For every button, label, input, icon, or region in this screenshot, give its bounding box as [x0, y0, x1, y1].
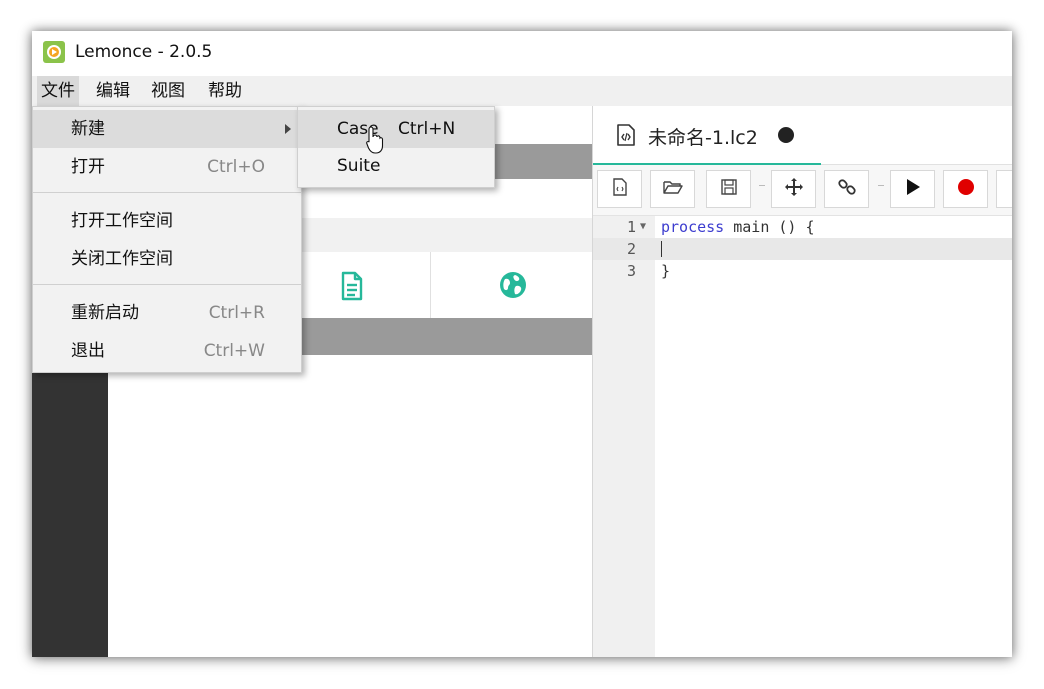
code-text: } — [661, 262, 671, 280]
menu-item-label: 重新启动 — [71, 303, 139, 323]
line-number: 2 — [626, 240, 636, 258]
menu-shortcut: Ctrl+N — [398, 119, 456, 139]
submenu-item-suite[interactable]: Suite — [298, 147, 494, 185]
toolbar-separator — [759, 185, 765, 186]
code-line-current[interactable]: 2 — [593, 238, 1012, 260]
menu-item-label: 新建 — [71, 119, 105, 139]
menu-shortcut: Ctrl+W — [203, 341, 265, 361]
menu-shortcut: Ctrl+O — [207, 157, 265, 177]
menu-item-label: 打开工作空间 — [71, 211, 173, 231]
sidebar-icon-divider — [430, 252, 431, 318]
title-bar: Lemonce - 2.0.5 — [32, 31, 1012, 76]
menu-edit[interactable]: 编辑 — [92, 76, 134, 106]
unsaved-indicator-icon[interactable] — [778, 127, 794, 143]
menu-view[interactable]: 视图 — [147, 76, 189, 106]
code-line[interactable]: 1 ▼ process main () { — [593, 216, 1012, 238]
lemonce-app-icon — [43, 41, 65, 63]
menu-separator — [33, 192, 301, 193]
save-button[interactable] — [706, 170, 751, 208]
line-number: 1 — [626, 218, 636, 236]
menu-item-open[interactable]: 打开 Ctrl+O — [33, 148, 301, 186]
record-button[interactable] — [943, 170, 988, 208]
code-rest: main () { — [724, 218, 815, 236]
open-folder-button[interactable] — [650, 170, 695, 208]
save-icon — [720, 178, 738, 200]
globe-icon[interactable] — [498, 270, 528, 304]
code-text: process main () { — [661, 216, 815, 238]
submenu-item-case[interactable]: Case Ctrl+N — [298, 110, 494, 148]
menu-item-open-workspace[interactable]: 打开工作空间 — [33, 202, 301, 240]
new-submenu: Case Ctrl+N Suite — [297, 106, 495, 188]
tab-strip-empty — [821, 106, 1012, 165]
menu-help[interactable]: 帮助 — [204, 76, 246, 106]
code-editor[interactable]: 1 ▼ process main () { 2 3 } — [593, 216, 1012, 657]
editor-toolbar — [593, 165, 1012, 216]
link-button[interactable] — [824, 170, 869, 208]
menu-file[interactable]: 文件 — [37, 76, 79, 106]
move-button[interactable] — [771, 170, 816, 208]
link-icon — [837, 177, 857, 201]
editor-tab-label: 未命名-1.lc2 — [648, 127, 758, 149]
menu-item-label: 关闭工作空间 — [71, 249, 173, 269]
more-toolbar-button[interactable] — [996, 170, 1012, 208]
line-gutter — [593, 216, 655, 657]
code-keyword: process — [661, 218, 725, 236]
code-line[interactable]: 3 } — [593, 260, 1012, 282]
menu-separator — [33, 284, 301, 285]
new-file-button[interactable] — [597, 170, 642, 208]
menu-bar: 文件 编辑 视图 帮助 — [32, 76, 1012, 106]
document-icon[interactable] — [335, 270, 367, 306]
line-number: 3 — [626, 262, 636, 280]
submenu-arrow-icon — [285, 124, 291, 134]
play-button[interactable] — [890, 170, 935, 208]
editor-tab[interactable]: 未命名-1.lc2 — [593, 106, 821, 165]
code-file-icon — [615, 123, 637, 151]
text-cursor — [661, 241, 662, 257]
window-title: Lemonce - 2.0.5 — [75, 42, 213, 62]
toolbar-separator — [878, 185, 884, 186]
file-menu-dropdown: 新建 打开 Ctrl+O 打开工作空间 关闭工作空间 重新启动 Ctrl+R 退… — [32, 106, 302, 373]
open-folder-icon — [662, 179, 683, 199]
mouse-pointer-icon — [366, 126, 384, 160]
move-icon — [784, 177, 804, 201]
menu-item-restart[interactable]: 重新启动 Ctrl+R — [33, 294, 301, 332]
menu-item-close-workspace[interactable]: 关闭工作空间 — [33, 240, 301, 278]
new-file-icon — [611, 177, 629, 201]
app-window: Lemonce - 2.0.5 文件 编辑 视图 帮助 未命名-1.lc2 1 … — [32, 31, 1012, 657]
menu-item-exit[interactable]: 退出 Ctrl+W — [33, 332, 301, 370]
play-icon — [905, 178, 921, 200]
editor-area: 未命名-1.lc2 1 ▼ process main () {2 3} — [592, 106, 1012, 657]
record-icon — [957, 178, 975, 200]
menu-item-new[interactable]: 新建 — [33, 110, 301, 148]
menu-item-label: 打开 — [71, 157, 105, 177]
fold-arrow-icon[interactable]: ▼ — [640, 216, 646, 238]
menu-shortcut: Ctrl+R — [208, 303, 265, 323]
menu-item-label: 退出 — [71, 341, 105, 361]
